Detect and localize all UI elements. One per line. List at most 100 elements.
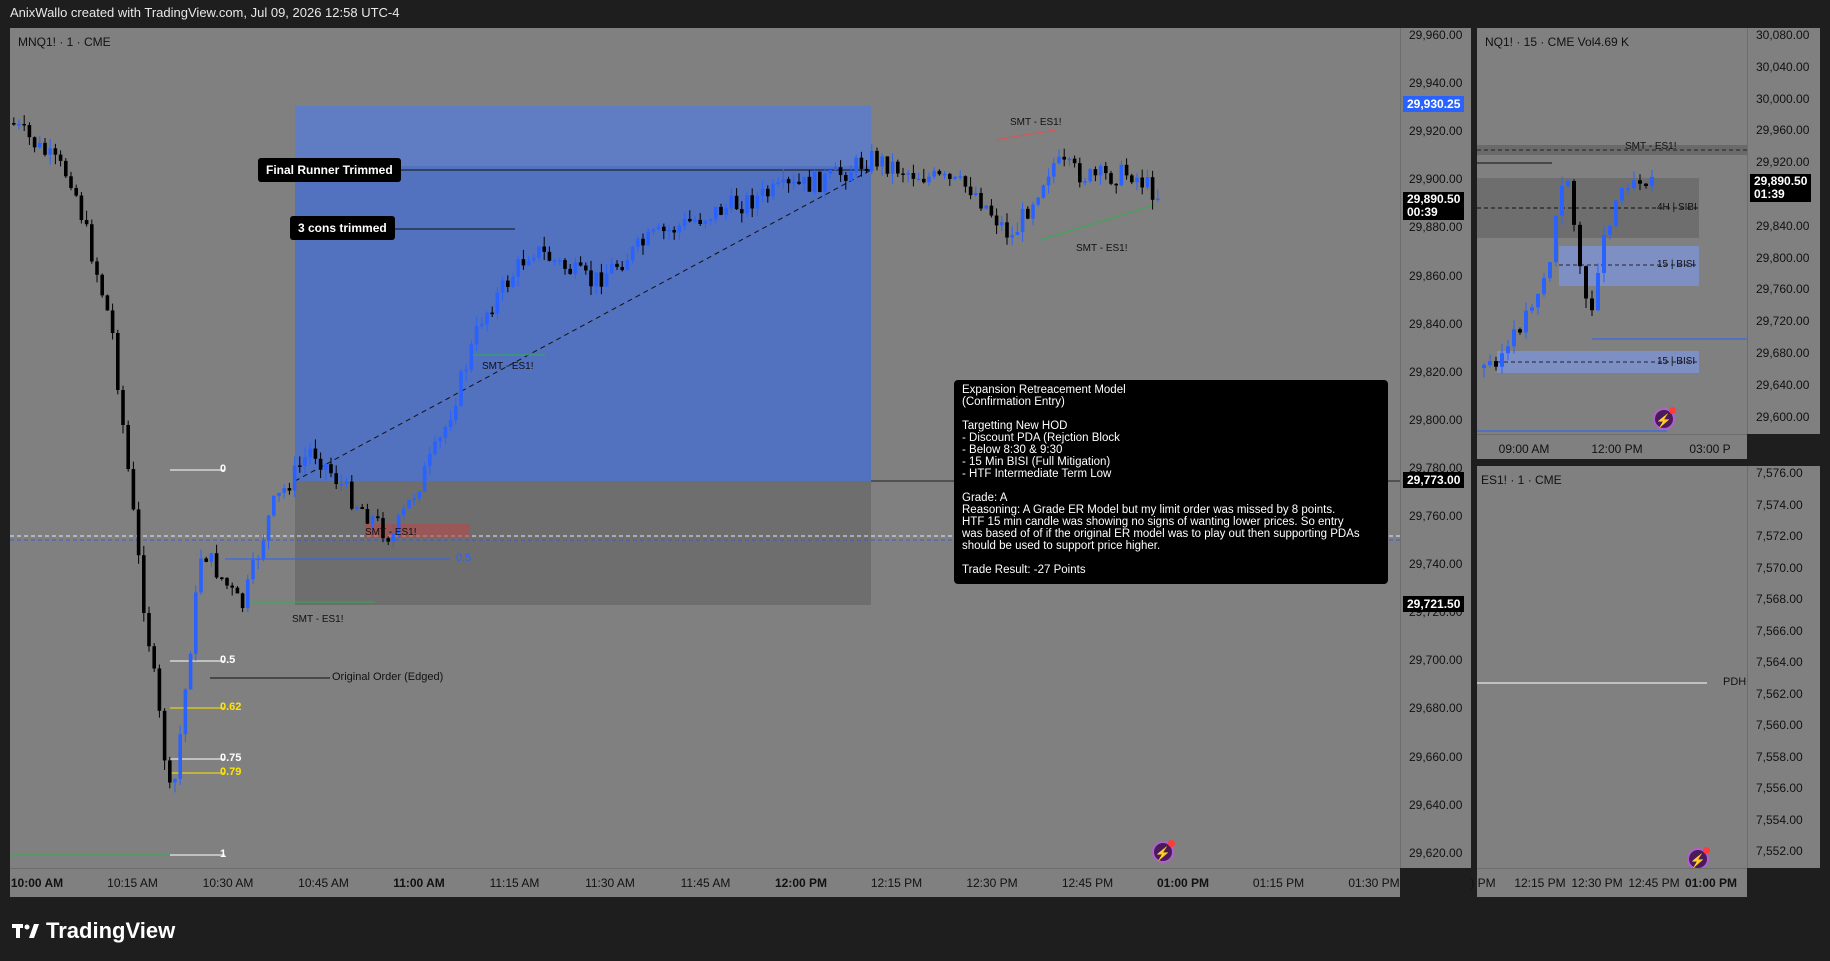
candle-body bbox=[594, 272, 598, 287]
nq-chart-panel[interactable]: NQ1! · 15 · CME Vol4.69 K SMT - ES1! 4H … bbox=[1477, 28, 1747, 434]
nq-candle-body bbox=[1650, 176, 1654, 187]
candle-body bbox=[131, 469, 136, 510]
info-line bbox=[962, 408, 1380, 420]
candle-body bbox=[344, 481, 349, 484]
main-time-tick: 10:15 AM bbox=[107, 876, 158, 890]
three-cons-note[interactable]: 3 cons trimmed bbox=[290, 216, 395, 240]
final-runner-note[interactable]: Final Runner Trimmed bbox=[258, 158, 401, 182]
entry-price-tag: 29,773.00 bbox=[1403, 472, 1465, 488]
candle-body bbox=[282, 488, 286, 493]
candle-body bbox=[230, 585, 234, 588]
nq-last-price-countdown: 01:39 bbox=[1754, 187, 1785, 201]
nq-price-tick: 29,920.00 bbox=[1756, 155, 1810, 170]
candle-body bbox=[438, 437, 442, 442]
candle-body bbox=[324, 464, 328, 470]
candle-body bbox=[1093, 169, 1098, 176]
es-price-tick: 7,572.00 bbox=[1756, 529, 1803, 543]
main-time-tick: 12:45 PM bbox=[1061, 876, 1114, 890]
candle-body bbox=[443, 427, 448, 438]
candle-body bbox=[428, 453, 432, 467]
candle-body bbox=[464, 369, 468, 372]
es-price-axis[interactable]: 7,576.00 7,574.00 7,572.00 7,570.00 7,568.00… bbox=[1747, 466, 1820, 868]
main-time-axis[interactable]: 10:00 AM 10:15 AM 10:30 AM 10:45 AM 11:00 AM… bbox=[10, 868, 1400, 897]
candle-body bbox=[797, 181, 801, 184]
candle-body bbox=[27, 125, 32, 138]
candle-body bbox=[578, 262, 583, 266]
candle-body bbox=[370, 516, 375, 524]
candle-body bbox=[994, 215, 999, 226]
candle-body bbox=[880, 156, 884, 167]
candle-body bbox=[448, 420, 453, 428]
candle-body bbox=[630, 246, 635, 261]
candle-body bbox=[199, 558, 203, 593]
nq-candle-body bbox=[1530, 307, 1534, 311]
candle-body bbox=[188, 653, 193, 690]
candle-body bbox=[922, 178, 926, 183]
es-time-tick: 12:45 PM bbox=[1628, 876, 1680, 890]
es-price-tick: 7,562.00 bbox=[1756, 686, 1803, 701]
es-lightning-icon[interactable]: ⚡ bbox=[1687, 847, 1710, 870]
candle-body bbox=[604, 273, 609, 287]
candle-body bbox=[69, 176, 73, 188]
nq-price-tick: 29,680.00 bbox=[1756, 346, 1810, 360]
main-price-tick: 29,900.00 bbox=[1409, 172, 1463, 187]
nq-price-tick: 29,960.00 bbox=[1756, 123, 1810, 138]
nq-price-tick: 29,800.00 bbox=[1756, 250, 1810, 265]
es-time-axis[interactable]: ) PM 12:15 PM 12:30 PM 12:45 PM 01:00 PM bbox=[1470, 868, 1747, 897]
candle-body bbox=[168, 760, 172, 783]
candle-body bbox=[12, 123, 16, 125]
main-time-tick: 11:15 AM bbox=[489, 876, 540, 890]
nq-time-axis[interactable]: 09:00 AM 12:00 PM 03:00 P bbox=[1477, 434, 1747, 459]
candle-body bbox=[53, 148, 58, 155]
es-time-tick: 12:15 PM bbox=[1514, 876, 1566, 890]
nq-candle-body bbox=[1482, 364, 1486, 368]
candle-body bbox=[272, 495, 276, 516]
candle-body bbox=[173, 778, 177, 783]
candle-body bbox=[277, 492, 281, 496]
candle-body bbox=[1150, 177, 1155, 200]
candle-body bbox=[251, 559, 255, 580]
main-time-tick: 01:00 PM bbox=[1156, 876, 1210, 890]
candle-body bbox=[490, 312, 494, 315]
nq-candle-body bbox=[1584, 266, 1588, 299]
candle-body bbox=[625, 260, 630, 271]
nq-candle-chart[interactable] bbox=[1477, 28, 1747, 434]
candle-body bbox=[225, 577, 229, 586]
candle-body bbox=[828, 170, 832, 174]
nq-lightning-icon[interactable]: ⚡ bbox=[1653, 407, 1676, 430]
nq-candle-body bbox=[1566, 181, 1570, 187]
candle-body bbox=[38, 142, 42, 148]
candle-body bbox=[714, 206, 718, 220]
candle-body bbox=[537, 246, 541, 258]
main-price-axis[interactable]: 29,960.00 29,940.00 29,920.00 29,900.00 29,8… bbox=[1400, 28, 1471, 868]
candle-body bbox=[1046, 176, 1051, 186]
candle-body bbox=[469, 344, 474, 370]
candle-body bbox=[760, 188, 765, 196]
lightning-icon[interactable]: ⚡ bbox=[1152, 840, 1175, 863]
main-price-tick: 29,860.00 bbox=[1409, 268, 1463, 283]
main-price-tick: 29,700.00 bbox=[1409, 653, 1463, 668]
candle-body bbox=[350, 481, 354, 509]
nq-price-tick: 30,080.00 bbox=[1756, 28, 1810, 42]
trade-info-box[interactable]: Expansion Retreacement Model (Confirmati… bbox=[954, 380, 1388, 584]
candle-body bbox=[911, 173, 916, 179]
es-chart-panel[interactable]: ES1! · 1 · CME PDH ⚡ bbox=[1477, 466, 1747, 870]
candle-body bbox=[1005, 222, 1009, 238]
smt-label-3: SMT - ES1! bbox=[1010, 117, 1062, 128]
fib-label-075: 0.75 bbox=[220, 752, 242, 764]
tradingview-logo[interactable]: TradingView bbox=[12, 918, 175, 944]
main-price-tick: 29,620.00 bbox=[1409, 845, 1463, 860]
candle-body bbox=[870, 150, 874, 171]
nq-price-axis[interactable]: 30,080.00 30,040.00 30,000.00 29,960.00 29,9… bbox=[1747, 28, 1820, 434]
candle-body bbox=[303, 457, 307, 466]
nq-candle-body bbox=[1626, 187, 1630, 190]
main-time-tick: 10:00 AM bbox=[10, 876, 64, 890]
last-price-countdown: 00:39 bbox=[1407, 205, 1438, 219]
candle-body bbox=[802, 176, 806, 184]
candle-body bbox=[214, 553, 219, 578]
candle-body bbox=[844, 175, 848, 181]
nq-price-tick: 29,840.00 bbox=[1756, 218, 1810, 233]
nq-candle-body bbox=[1608, 225, 1612, 235]
candle-body bbox=[105, 295, 110, 311]
es-time-tick: 01:00 PM bbox=[1684, 876, 1738, 890]
